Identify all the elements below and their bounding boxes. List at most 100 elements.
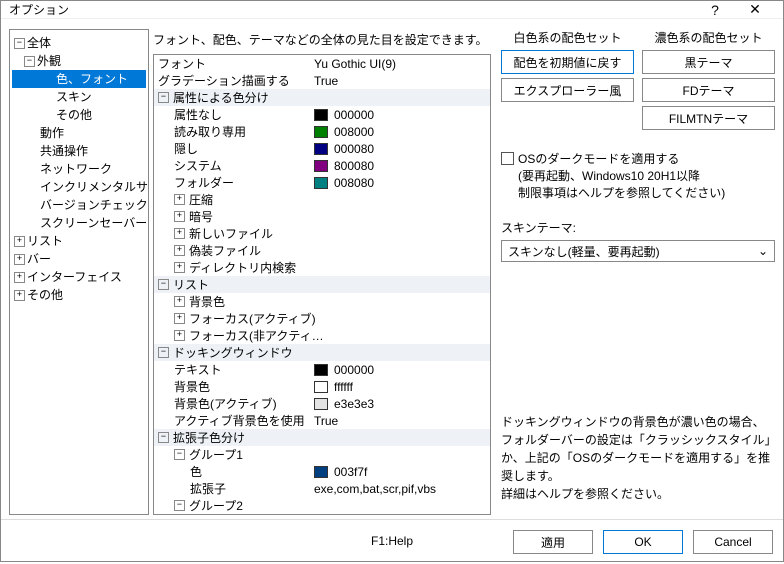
expand-icon[interactable]: + bbox=[174, 228, 185, 239]
prop-key[interactable]: 圧縮 bbox=[189, 191, 213, 208]
prop-key: 背景色 bbox=[154, 378, 314, 395]
expand-icon[interactable]: + bbox=[174, 194, 185, 205]
tree-item[interactable]: 全体 bbox=[27, 36, 51, 50]
tree-item[interactable]: 動作 bbox=[12, 124, 146, 142]
color-swatch[interactable] bbox=[314, 126, 328, 138]
expand-icon[interactable]: + bbox=[174, 262, 185, 273]
collapse-icon[interactable]: − bbox=[158, 347, 169, 358]
category[interactable]: リスト bbox=[173, 276, 209, 293]
collapse-icon[interactable]: − bbox=[14, 38, 25, 49]
dark-set-header: 濃色系の配色セット bbox=[642, 29, 775, 46]
prop-key[interactable]: 背景色 bbox=[189, 293, 225, 310]
color-swatch[interactable] bbox=[314, 364, 328, 376]
prop-key[interactable]: 偽装ファイル bbox=[189, 242, 261, 259]
tree-item[interactable]: その他 bbox=[12, 106, 146, 124]
help-text: F1:Help bbox=[371, 534, 413, 548]
category[interactable]: 拡張子色分け bbox=[173, 429, 245, 446]
expand-icon[interactable]: + bbox=[14, 290, 25, 301]
collapse-icon[interactable]: − bbox=[158, 432, 169, 443]
prop-key[interactable]: フォーカス(アクティブ) bbox=[189, 310, 316, 327]
prop-val[interactable]: 000080 bbox=[334, 142, 374, 156]
expand-icon[interactable]: + bbox=[14, 236, 25, 247]
reset-colors-button[interactable]: 配色を初期値に戻す bbox=[501, 50, 634, 74]
collapse-icon[interactable]: − bbox=[158, 279, 169, 290]
tree-item[interactable]: スクリーンセーバー bbox=[12, 214, 146, 232]
prop-val[interactable]: Yu Gothic UI(9) bbox=[314, 57, 490, 71]
color-swatch[interactable] bbox=[314, 381, 328, 393]
darkmode-label: OSのダークモードを適用する (要再起動、Windows10 20H1以降 制限… bbox=[518, 150, 725, 201]
collapse-icon[interactable]: − bbox=[174, 500, 185, 511]
titlebar: オプション ? ✕ bbox=[1, 1, 783, 19]
prop-val[interactable]: 008000 bbox=[334, 125, 374, 139]
help-icon[interactable]: ? bbox=[695, 2, 735, 18]
prop-key[interactable]: 暗号 bbox=[189, 208, 213, 225]
expand-icon[interactable]: + bbox=[174, 211, 185, 222]
prop-val[interactable]: 003f7f bbox=[334, 465, 367, 479]
prop-val[interactable]: 000000 bbox=[334, 363, 374, 377]
expand-icon[interactable]: + bbox=[174, 245, 185, 256]
filmtn-theme-button[interactable]: FILMTNテーマ bbox=[642, 106, 775, 130]
prop-key: アクティブ背景色を使用 bbox=[154, 412, 314, 429]
tree-item[interactable]: バー bbox=[27, 252, 51, 266]
property-grid[interactable]: フォントYu Gothic UI(9) グラデーション描画するTrue −属性に… bbox=[153, 54, 491, 515]
color-swatch[interactable] bbox=[314, 177, 328, 189]
prop-key[interactable]: グループ1 bbox=[189, 446, 243, 463]
color-swatch[interactable] bbox=[314, 160, 328, 172]
ok-button[interactable]: OK bbox=[603, 530, 683, 554]
expand-icon[interactable]: + bbox=[14, 254, 25, 265]
cancel-button[interactable]: Cancel bbox=[693, 530, 773, 554]
prop-val[interactable]: exe,com,bat,scr,pif,vbs bbox=[314, 482, 490, 496]
black-theme-button[interactable]: 黒テーマ bbox=[642, 50, 775, 74]
expand-icon[interactable]: + bbox=[174, 313, 185, 324]
fd-theme-button[interactable]: FDテーマ bbox=[642, 78, 775, 102]
prop-val[interactable]: 800080 bbox=[334, 159, 374, 173]
prop-val[interactable]: ffffff bbox=[334, 380, 353, 394]
prop-key: システム bbox=[154, 157, 314, 174]
tree-item[interactable]: ネットワーク bbox=[12, 160, 146, 178]
collapse-icon[interactable]: − bbox=[158, 92, 169, 103]
color-swatch[interactable] bbox=[314, 143, 328, 155]
tree-item[interactable]: 外観 bbox=[37, 54, 61, 68]
prop-key[interactable]: フォーカス(非アクティ… bbox=[189, 327, 324, 344]
prop-key[interactable]: 新しいファイル bbox=[189, 225, 273, 242]
tree-item[interactable]: インクリメンタルサー… bbox=[12, 178, 146, 196]
expand-icon[interactable]: + bbox=[14, 272, 25, 283]
prop-key[interactable]: ディレクトリ内検索 bbox=[189, 259, 296, 276]
tree-item[interactable]: その他 bbox=[27, 288, 63, 302]
collapse-icon[interactable]: − bbox=[24, 56, 35, 67]
prop-key[interactable]: グループ2 bbox=[189, 497, 243, 514]
collapse-icon[interactable]: − bbox=[174, 449, 185, 460]
prop-key: 背景色(アクティブ) bbox=[154, 395, 314, 412]
description: フォント、配色、テーマなどの全体の見た目を設定できます。 bbox=[153, 31, 491, 48]
prop-key: テキスト bbox=[154, 361, 314, 378]
prop-val[interactable]: True bbox=[314, 74, 490, 88]
tree-item-selected[interactable]: 色、フォント bbox=[12, 70, 146, 88]
color-swatch[interactable] bbox=[314, 466, 328, 478]
tree-item[interactable]: バージョンチェック bbox=[12, 196, 146, 214]
category-tree[interactable]: −全体 −外観 色、フォント スキン その他 動作 共通操作 ネットワーク イン… bbox=[9, 29, 149, 515]
expand-icon[interactable]: + bbox=[174, 330, 185, 341]
skin-label: スキンテーマ: bbox=[501, 219, 775, 236]
tree-item[interactable]: インターフェイス bbox=[27, 270, 122, 284]
tree-item[interactable]: スキン bbox=[12, 88, 146, 106]
category[interactable]: ドッキングウィンドウ bbox=[173, 344, 293, 361]
prop-key: 色 bbox=[154, 463, 314, 480]
skin-select[interactable]: スキンなし(軽量、要再起動) ⌄ bbox=[501, 240, 775, 262]
expand-icon[interactable]: + bbox=[174, 296, 185, 307]
prop-val[interactable]: e3e3e3 bbox=[334, 397, 374, 411]
prop-val[interactable]: 008080 bbox=[334, 176, 374, 190]
prop-key: 読み取り専用 bbox=[154, 123, 314, 140]
color-swatch[interactable] bbox=[314, 398, 328, 410]
apply-button[interactable]: 適用 bbox=[513, 530, 593, 554]
prop-val[interactable]: True bbox=[314, 414, 490, 428]
color-swatch[interactable] bbox=[314, 109, 328, 121]
close-icon[interactable]: ✕ bbox=[735, 1, 775, 18]
prop-val[interactable]: 000000 bbox=[334, 108, 374, 122]
tree-item[interactable]: リスト bbox=[27, 234, 63, 248]
explorer-style-button[interactable]: エクスプローラー風 bbox=[501, 78, 634, 102]
category[interactable]: 属性による色分け bbox=[173, 89, 269, 106]
tree-item[interactable]: 共通操作 bbox=[12, 142, 146, 160]
darkmode-checkbox[interactable] bbox=[501, 152, 514, 165]
prop-key: 隠し bbox=[154, 140, 314, 157]
light-set-header: 白色系の配色セット bbox=[501, 29, 634, 46]
